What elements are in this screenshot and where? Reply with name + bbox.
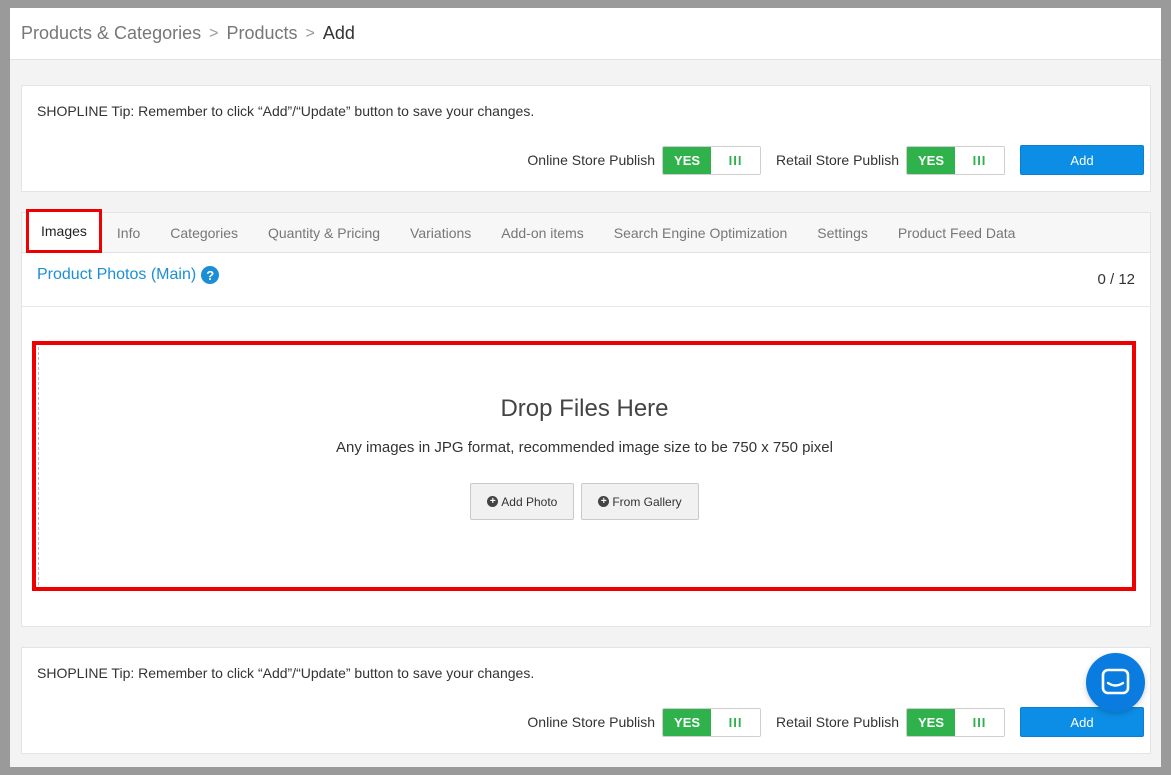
from-gallery-label: From Gallery xyxy=(612,494,682,509)
publish-row: Online Store Publish YES III Retail Stor… xyxy=(527,145,1144,175)
dropzone-title: Drop Files Here xyxy=(500,395,669,422)
chat-launcher-button[interactable] xyxy=(1086,653,1145,712)
tab-add-on-items[interactable]: Add-on items xyxy=(486,213,598,252)
file-dropzone[interactable]: Drop Files Here Any images in JPG format… xyxy=(32,341,1136,591)
toggle-handle-icon: III xyxy=(711,708,761,736)
chat-icon xyxy=(1101,668,1130,695)
product-images-card: Images Info Categories Quantity & Pricin… xyxy=(21,208,1151,627)
tip-text: SHOPLINE Tip: Remember to click “Add”/“U… xyxy=(37,665,535,681)
plus-circle-icon: + xyxy=(598,496,610,507)
retail-store-publish-label: Retail Store Publish xyxy=(776,152,899,168)
retail-store-publish-toggle[interactable]: YES III xyxy=(906,145,1005,175)
breadcrumb: Products & Categories > Products > Add xyxy=(10,8,1161,60)
product-photos-title-text: Product Photos (Main) xyxy=(37,266,197,283)
online-store-publish-toggle[interactable]: YES III xyxy=(662,707,762,737)
dropzone-inner: Drop Files Here Any images in JPG format… xyxy=(38,347,1130,585)
bottom-tip-card: SHOPLINE Tip: Remember to click “Add”/“U… xyxy=(21,647,1151,754)
toggle-handle-icon: III xyxy=(711,146,761,174)
app-frame: Products & Categories > Products > Add S… xyxy=(10,8,1161,767)
add-photo-button[interactable]: + Add Photo xyxy=(470,483,575,520)
top-tip-card: SHOPLINE Tip: Remember to click “Add”/“U… xyxy=(21,85,1151,192)
toggle-yes-label: YES xyxy=(907,708,955,736)
photo-count: 0 / 12 xyxy=(1097,271,1135,288)
toggle-handle-icon: III xyxy=(955,708,1004,736)
tab-product-feed-data[interactable]: Product Feed Data xyxy=(883,213,1031,252)
tab-categories[interactable]: Categories xyxy=(155,213,253,252)
tab-info[interactable]: Info xyxy=(102,213,155,252)
chevron-right-icon: > xyxy=(305,24,315,42)
dropzone-buttons: + Add Photo + From Gallery xyxy=(39,483,1130,520)
add-button[interactable]: Add xyxy=(1020,145,1144,175)
breadcrumb-current: Add xyxy=(322,23,355,43)
toggle-handle-icon: III xyxy=(955,146,1004,174)
tab-seo[interactable]: Search Engine Optimization xyxy=(599,213,803,252)
tab-variations[interactable]: Variations xyxy=(395,213,486,252)
product-tabs: Images Info Categories Quantity & Pricin… xyxy=(22,208,1150,253)
toggle-yes-label: YES xyxy=(907,146,955,174)
product-photos-header: Product Photos (Main) ? 0 / 12 xyxy=(22,253,1150,307)
breadcrumb-products[interactable]: Products xyxy=(226,23,297,44)
toggle-yes-label: YES xyxy=(663,146,712,174)
tab-settings[interactable]: Settings xyxy=(802,213,883,252)
tab-quantity-pricing[interactable]: Quantity & Pricing xyxy=(253,213,395,252)
publish-row: Online Store Publish YES III Retail Stor… xyxy=(527,707,1144,737)
chevron-right-icon: > xyxy=(209,24,219,42)
tip-text: SHOPLINE Tip: Remember to click “Add”/“U… xyxy=(37,103,535,119)
retail-store-publish-toggle[interactable]: YES III xyxy=(906,707,1005,737)
online-store-publish-toggle[interactable]: YES III xyxy=(662,145,762,175)
add-photo-label: Add Photo xyxy=(501,494,558,509)
retail-store-publish-label: Retail Store Publish xyxy=(776,714,899,730)
product-photos-title: Product Photos (Main) ? xyxy=(37,266,220,284)
plus-circle-icon: + xyxy=(487,496,499,507)
online-store-publish-label: Online Store Publish xyxy=(527,152,656,168)
tab-images[interactable]: Images xyxy=(26,208,102,253)
online-store-publish-label: Online Store Publish xyxy=(527,714,656,730)
from-gallery-button[interactable]: + From Gallery xyxy=(581,483,699,520)
help-icon[interactable]: ? xyxy=(201,266,220,284)
toggle-yes-label: YES xyxy=(663,708,712,736)
dropzone-subtitle: Any images in JPG format, recommended im… xyxy=(336,439,833,456)
breadcrumb-products-categories[interactable]: Products & Categories xyxy=(21,23,201,44)
